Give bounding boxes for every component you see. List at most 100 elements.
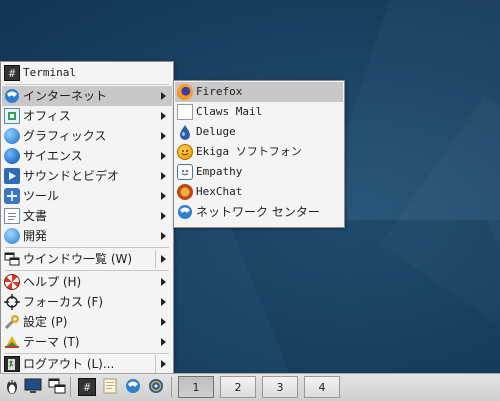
submenu-item-label: Firefox	[196, 85, 243, 98]
submenu-item-label: Ekiga ソフトフォン	[196, 145, 302, 158]
menu-separator	[5, 84, 169, 85]
submenu-arrow-icon	[161, 318, 166, 326]
workspace-3-button[interactable]: 3	[262, 376, 298, 398]
menu-item-office[interactable]: オフィス	[2, 106, 172, 126]
menu-item-label: 開発	[23, 229, 48, 243]
submenu-arrow-icon	[161, 278, 166, 286]
root-menu: # Terminal インターネット オフィス グラフィックス サイエンス サウ…	[0, 61, 174, 375]
tools-icon	[4, 188, 20, 204]
submenu-item-label: Claws Mail	[196, 105, 263, 118]
submenu-arrow-icon	[161, 172, 166, 180]
menu-item-label: テーマ (T)	[23, 335, 80, 349]
submenu-item-claws-mail[interactable]: Claws Mail	[175, 102, 343, 122]
taskbar-separator	[171, 377, 172, 397]
text-editor-icon	[103, 378, 117, 397]
claws-mail-icon	[177, 104, 193, 120]
menu-divider	[155, 250, 156, 268]
menu-item-label: ヘルプ (H)	[23, 275, 82, 289]
menu-item-science[interactable]: サイエンス	[2, 146, 172, 166]
submenu-arrow-icon	[161, 192, 166, 200]
focus-icon	[4, 294, 20, 310]
menu-item-label: ログアウト (L)...	[23, 357, 115, 371]
menu-item-focus[interactable]: フォーカス (F)	[2, 292, 172, 312]
menu-item-window-list[interactable]: ウインドウ一覧 (W)	[2, 249, 172, 269]
terminal-icon: #	[78, 378, 96, 396]
logout-icon	[4, 356, 20, 372]
menu-divider	[155, 355, 156, 373]
network-icon	[125, 378, 141, 397]
documents-icon	[4, 208, 20, 224]
terminal-launcher[interactable]: #	[77, 377, 97, 397]
text-editor-launcher[interactable]	[100, 377, 120, 397]
menu-item-label: フォーカス (F)	[23, 295, 104, 309]
menu-item-help[interactable]: ヘルプ (H)	[2, 272, 172, 292]
menu-item-label: ツール	[23, 189, 60, 203]
development-icon	[4, 228, 20, 244]
window-list-icon	[48, 378, 66, 397]
menu-item-label: 設定 (P)	[23, 315, 68, 329]
submenu-item-network-center[interactable]: ネットワーク センター	[175, 202, 343, 222]
browser-launcher[interactable]	[146, 377, 166, 397]
menu-item-sound-video[interactable]: サウンドとビデオ	[2, 166, 172, 186]
workspace-4-button[interactable]: 4	[304, 376, 340, 398]
menu-item-label: サウンドとビデオ	[23, 169, 120, 183]
menu-item-label: サイエンス	[23, 149, 83, 163]
empathy-icon	[177, 164, 193, 180]
menu-item-documents[interactable]: 文書	[2, 206, 172, 226]
show-desktop-button[interactable]	[23, 377, 43, 397]
menu-item-label: オフィス	[23, 109, 71, 123]
submenu-item-label: Empathy	[196, 165, 243, 178]
submenu-arrow-icon	[161, 360, 166, 368]
help-icon	[4, 274, 20, 290]
submenu-arrow-icon	[161, 255, 166, 263]
network-launcher[interactable]	[123, 377, 143, 397]
menu-item-internet[interactable]: インターネット	[2, 86, 172, 106]
menu-item-label: グラフィックス	[23, 129, 107, 143]
submenu-item-empathy[interactable]: Empathy	[175, 162, 343, 182]
workspace-2-button[interactable]: 2	[220, 376, 256, 398]
settings-icon	[4, 314, 20, 330]
internet-submenu: Firefox Claws Mail Deluge Ekiga ソフトフォン E…	[173, 80, 345, 228]
menu-item-label: インターネット	[23, 89, 108, 103]
window-list-button[interactable]	[47, 377, 67, 397]
submenu-item-firefox[interactable]: Firefox	[175, 82, 343, 102]
taskbar: # 1 2 3 4	[0, 373, 500, 401]
submenu-item-ekiga[interactable]: Ekiga ソフトフォン	[175, 142, 343, 162]
menu-item-tools[interactable]: ツール	[2, 186, 172, 206]
submenu-item-label: Deluge	[196, 125, 236, 138]
menu-item-theme[interactable]: テーマ (T)	[2, 332, 172, 352]
office-icon	[4, 108, 20, 124]
menu-item-label: ウインドウ一覧 (W)	[23, 252, 133, 266]
submenu-arrow-icon	[161, 152, 166, 160]
submenu-arrow-icon	[161, 132, 166, 140]
window-list-icon	[4, 251, 20, 267]
workspace-1-button[interactable]: 1	[178, 376, 214, 398]
browser-icon	[148, 378, 164, 397]
menu-item-graphics[interactable]: グラフィックス	[2, 126, 172, 146]
submenu-arrow-icon	[161, 92, 166, 100]
taskbar-separator	[70, 377, 71, 397]
firefox-icon	[177, 84, 193, 100]
submenu-item-hexchat[interactable]: HexChat	[175, 182, 343, 202]
submenu-arrow-icon	[161, 338, 166, 346]
submenu-item-deluge[interactable]: Deluge	[175, 122, 343, 142]
menu-item-development[interactable]: 開発	[2, 226, 172, 246]
menu-item-settings[interactable]: 設定 (P)	[2, 312, 172, 332]
submenu-arrow-icon	[161, 298, 166, 306]
menu-item-logout[interactable]: ログアウト (L)...	[2, 354, 172, 374]
menu-separator	[5, 270, 169, 271]
menu-item-terminal[interactable]: # Terminal	[2, 63, 172, 83]
root-menu-button[interactable]	[2, 377, 22, 397]
ekiga-icon	[177, 144, 193, 160]
graphics-icon	[4, 128, 20, 144]
terminal-icon: #	[4, 65, 20, 81]
desktop-icon	[24, 378, 42, 397]
theme-icon	[4, 334, 20, 350]
deluge-icon	[177, 124, 193, 140]
menu-separator	[5, 247, 169, 248]
science-icon	[4, 148, 20, 164]
submenu-item-label: ネットワーク センター	[196, 205, 320, 219]
sound-video-icon	[4, 168, 20, 184]
menu-item-label: 文書	[23, 209, 48, 223]
root-menu-icon	[4, 377, 20, 398]
